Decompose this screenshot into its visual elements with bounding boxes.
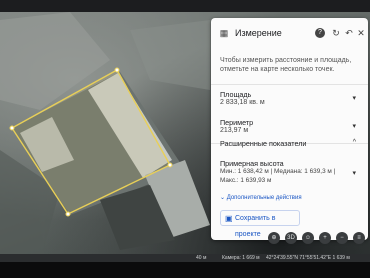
divider [211, 84, 368, 85]
panel-hint: Чтобы измерить расстояние и площадь, отм… [220, 57, 352, 73]
layers-icon[interactable]: ≡ [353, 232, 365, 244]
compass-icon[interactable]: ⊕ [268, 232, 280, 244]
area-value: 2 833,18 кв. м [220, 99, 265, 106]
person-icon[interactable]: ☺ [302, 232, 314, 244]
measure-panel: ▦ Измерение ? ↻ ↶ ✕ Чтобы измерить расст… [211, 18, 368, 240]
advanced-section-toggle[interactable]: Расширенные показатели [220, 139, 306, 148]
area-label: Площадь [220, 90, 252, 99]
close-icon[interactable]: ✕ [356, 28, 366, 38]
extra-actions-label: Дополнительные действия [226, 195, 302, 201]
undo-icon[interactable]: ↶ [344, 28, 354, 38]
save-icon: ▣ [225, 214, 233, 223]
measure-point[interactable] [65, 211, 71, 217]
panel-header: ▦ Измерение ? ↻ ↶ ✕ [211, 18, 368, 50]
measure-point[interactable] [167, 162, 173, 168]
ruler-icon: ▦ [219, 28, 229, 38]
coordinates-readout: 42°24'39.55"N 71°55'51.42"E 1 639 м [266, 255, 350, 261]
area-unit-dropdown-icon[interactable]: ▾ [352, 94, 356, 102]
chevron-up-icon[interactable]: ^ [353, 139, 356, 146]
monitor-bezel [0, 262, 370, 278]
refresh-icon[interactable]: ↻ [331, 28, 341, 38]
elevation-max: Макс.: 1 639,93 м [220, 177, 272, 184]
elevation-dropdown-icon[interactable]: ▾ [352, 169, 356, 177]
elevation-label: Примерная высота [220, 159, 284, 168]
zoom-out-icon[interactable]: − [336, 232, 348, 244]
perimeter-unit-dropdown-icon[interactable]: ▾ [352, 122, 356, 130]
zoom-in-icon[interactable]: + [319, 232, 331, 244]
ground-patch [130, 20, 210, 90]
elevation-min-median: Мин.: 1 638,42 м | Медиана: 1 639,3 м | [220, 168, 336, 175]
help-icon[interactable]: ? [315, 28, 325, 38]
measure-point[interactable] [9, 125, 15, 131]
measure-point[interactable] [114, 67, 120, 73]
map-view[interactable]: ▦ Измерение ? ↻ ↶ ✕ Чтобы измерить расст… [0, 0, 370, 262]
scale-label: 40 м [196, 255, 207, 261]
extra-actions-link[interactable]: ⌄ Дополнительные действия [220, 194, 302, 201]
perimeter-label: Периметр [220, 118, 254, 127]
chevron-down-icon: ⌄ [220, 195, 227, 201]
camera-altitude: Камера: 1 669 м [222, 255, 260, 261]
tilt-button[interactable]: 3D [285, 232, 297, 244]
perimeter-value: 213,97 м [220, 127, 249, 134]
panel-title: Измерение [235, 28, 282, 38]
save-to-project-button[interactable]: ▣ Сохранить в проекте [220, 210, 300, 238]
